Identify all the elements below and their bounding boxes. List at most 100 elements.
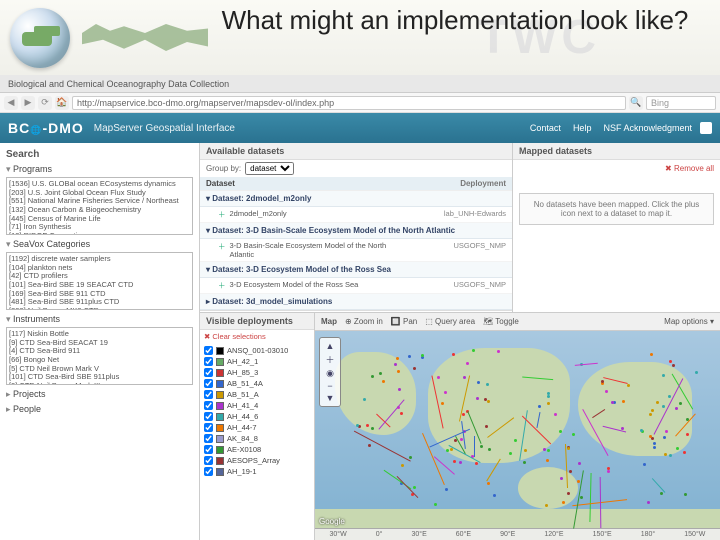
list-item[interactable]: [132] Ocean Carbon & Biogeochemistry <box>9 206 190 215</box>
map-south-icon[interactable]: ▼ <box>322 392 338 404</box>
add-icon[interactable]: ＋ <box>218 280 226 291</box>
deployment-checkbox[interactable] <box>204 412 213 421</box>
list-item[interactable]: [4] CTD Sea-Bird 911 <box>9 347 190 356</box>
add-icon[interactable]: ＋ <box>218 209 226 220</box>
deployment-item[interactable]: AH_44_6 <box>204 411 310 422</box>
deployment-checkbox[interactable] <box>204 390 213 399</box>
available-datasets-panel: Available datasets Group by: dataset Dat… <box>200 143 513 312</box>
list-item[interactable]: [71] Iron Synthesis <box>9 223 190 232</box>
list-item[interactable]: [5] CTD Neil Brown Mark V <box>9 365 190 374</box>
pan-button[interactable]: 🔲 Pan <box>391 317 417 326</box>
list-item[interactable]: [1536] U.S. GLOBal ocean ECosystems dyna… <box>9 180 190 189</box>
col-dataset[interactable]: Dataset <box>206 179 406 188</box>
browser-tab[interactable]: Biological and Chemical Oceanography Dat… <box>0 75 720 93</box>
deployment-checkbox[interactable] <box>204 401 213 410</box>
dataset-group[interactable]: Dataset: 2dmodel_m2only <box>200 191 512 207</box>
list-item[interactable]: [1192] discrete water samplers <box>9 255 190 264</box>
deployment-item[interactable]: AESOPS_Array <box>204 455 310 466</box>
category-seavox-categories[interactable]: SeaVox Categories <box>6 239 193 250</box>
list-item[interactable]: [66] Bongo Net <box>9 356 190 365</box>
add-icon[interactable]: ＋ <box>218 241 226 259</box>
deployment-checkbox[interactable] <box>204 423 213 432</box>
category-projects[interactable]: Projects <box>6 389 193 400</box>
deployment-item[interactable]: AB_51_4A <box>204 378 310 389</box>
listbox[interactable]: [1192] discrete water samplers[104] plan… <box>6 252 193 310</box>
deployment-checkbox[interactable] <box>204 379 213 388</box>
list-item[interactable]: [101] Sea-Bird SBE 19 SEACAT CTD <box>9 281 190 290</box>
search-icon[interactable]: 🔍 <box>629 96 643 110</box>
dataset-group[interactable]: Dataset: 3-D Ecosystem Model of the Ross… <box>200 262 512 278</box>
clear-selections-button[interactable]: ✖ Clear selections <box>200 330 314 343</box>
lon-label: 180° <box>641 531 655 538</box>
link-nsf[interactable]: NSF Acknowledgment <box>603 123 692 133</box>
deployment-item[interactable]: AB_51_A <box>204 389 310 400</box>
deployment-checkbox[interactable] <box>204 368 213 377</box>
collapse-icon[interactable] <box>700 122 712 134</box>
list-item[interactable]: [169] Sea-Bird SBE 911 CTD <box>9 290 190 299</box>
list-item[interactable]: [203] U.S. Joint Global Ocean Flux Study <box>9 189 190 198</box>
col-deployment[interactable]: Deployment <box>406 179 506 188</box>
list-item[interactable]: [104] plankton nets <box>9 264 190 273</box>
groupby-select[interactable]: dataset <box>245 162 294 175</box>
deployment-checkbox[interactable] <box>204 357 213 366</box>
deployment-item[interactable]: AH_42_1 <box>204 356 310 367</box>
map-center-icon[interactable]: ◉ <box>322 367 338 380</box>
dataset-group[interactable]: Dataset: 3d_model_simulations <box>200 294 512 310</box>
deployment-item[interactable]: AH_85_3 <box>204 367 310 378</box>
list-item[interactable]: [13] RIDGE Consortium <box>9 232 190 235</box>
deployment-checkbox[interactable] <box>204 346 213 355</box>
category-programs[interactable]: Programs <box>6 164 193 175</box>
dataset-group[interactable]: Dataset: 3-D Basin-Scale Ecosystem Model… <box>200 223 512 239</box>
toggle-button[interactable]: 🗺 Toggle <box>483 317 519 326</box>
dataset-row[interactable]: ＋3-D Basin-Scale Ecosystem Model of the … <box>200 239 512 262</box>
home-button[interactable]: 🏠 <box>55 96 69 110</box>
deployment-item[interactable]: AE-X0108 <box>204 444 310 455</box>
map-options-button[interactable]: Map options ▾ <box>664 317 714 326</box>
world-map-decor <box>75 15 215 60</box>
category-instruments[interactable]: Instruments <box>6 314 193 325</box>
deployment-item[interactable]: AH_41_4 <box>204 400 310 411</box>
map-title: Map <box>321 317 337 326</box>
deployment-checkbox[interactable] <box>204 456 213 465</box>
list-item[interactable]: [9] CTD Neil Brown Mark III <box>9 382 190 385</box>
reload-button[interactable]: ⟳ <box>38 96 52 110</box>
query-area-button[interactable]: ⬚ Query area <box>425 317 475 326</box>
list-item[interactable]: [9] CTD Sea-Bird SEACAT 19 <box>9 339 190 348</box>
zoom-in-button[interactable]: ⊕ Zoom in <box>345 317 383 326</box>
list-item[interactable]: [117] Niskin Bottle <box>9 330 190 339</box>
category-people[interactable]: People <box>6 404 193 415</box>
list-item[interactable]: [481] Sea-Bird SBE 911plus CTD <box>9 298 190 307</box>
mapped-datasets-panel: Mapped datasets ✖ Remove all No datasets… <box>513 143 720 312</box>
deployment-checkbox[interactable] <box>204 467 213 476</box>
deployment-item[interactable]: ANSQ_001-03010 <box>204 345 310 356</box>
dataset-row[interactable]: ＋2dmodel_m2onlylab_UNH-Edwards <box>200 207 512 223</box>
map-canvas[interactable]: ▲ ＋ ◉ − ▼ 30°W0°30°E60°E90°E120°E150°E18… <box>315 331 720 540</box>
deployment-item[interactable]: AH_44-7 <box>204 422 310 433</box>
map-north-icon[interactable]: ▲ <box>322 340 338 352</box>
list-item[interactable]: [551] National Marine Fisheries Service … <box>9 197 190 206</box>
list-item[interactable]: [445] Census of Marine Life <box>9 215 190 224</box>
link-contact[interactable]: Contact <box>530 123 561 133</box>
remove-all-button[interactable]: ✖ Remove all <box>519 164 714 173</box>
deployment-item[interactable]: AH_19-1 <box>204 466 310 477</box>
url-input[interactable]: http://mapservice.bco-dmo.org/mapserver/… <box>72 96 626 110</box>
list-item[interactable]: [308] Neil Brown MK3 CTD <box>9 307 190 310</box>
list-item[interactable]: [42] CTD profilers <box>9 272 190 281</box>
listbox[interactable]: [1536] U.S. GLOBal ocean ECosystems dyna… <box>6 177 193 235</box>
listbox[interactable]: [117] Niskin Bottle[9] CTD Sea-Bird SEAC… <box>6 327 193 385</box>
map-zoom-plus-icon[interactable]: ＋ <box>322 352 338 367</box>
deployment-checkbox[interactable] <box>204 434 213 443</box>
link-help[interactable]: Help <box>573 123 592 133</box>
longitude-bar: 30°W0°30°E60°E90°E120°E150°E180°150°W <box>315 528 720 540</box>
back-button[interactable]: ◀ <box>4 96 18 110</box>
dataset-row[interactable]: ＋3-D Ecosystem Model of the Ross SeaUSGO… <box>200 278 512 294</box>
map-toolbar: Map ⊕ Zoom in 🔲 Pan ⬚ Query area 🗺 Toggl… <box>315 313 720 331</box>
deployment-checkbox[interactable] <box>204 445 213 454</box>
map-zoom-minus-icon[interactable]: − <box>322 380 338 392</box>
deployment-item[interactable]: AK_84_8 <box>204 433 310 444</box>
forward-button[interactable]: ▶ <box>21 96 35 110</box>
map-zoom-control[interactable]: ▲ ＋ ◉ − ▼ <box>319 337 341 407</box>
list-item[interactable]: [101] CTD Sea-Bird SBE 911plus <box>9 373 190 382</box>
browser-search-input[interactable]: Bing <box>646 96 716 110</box>
app-subtitle: MapServer Geospatial Interface <box>94 123 235 134</box>
